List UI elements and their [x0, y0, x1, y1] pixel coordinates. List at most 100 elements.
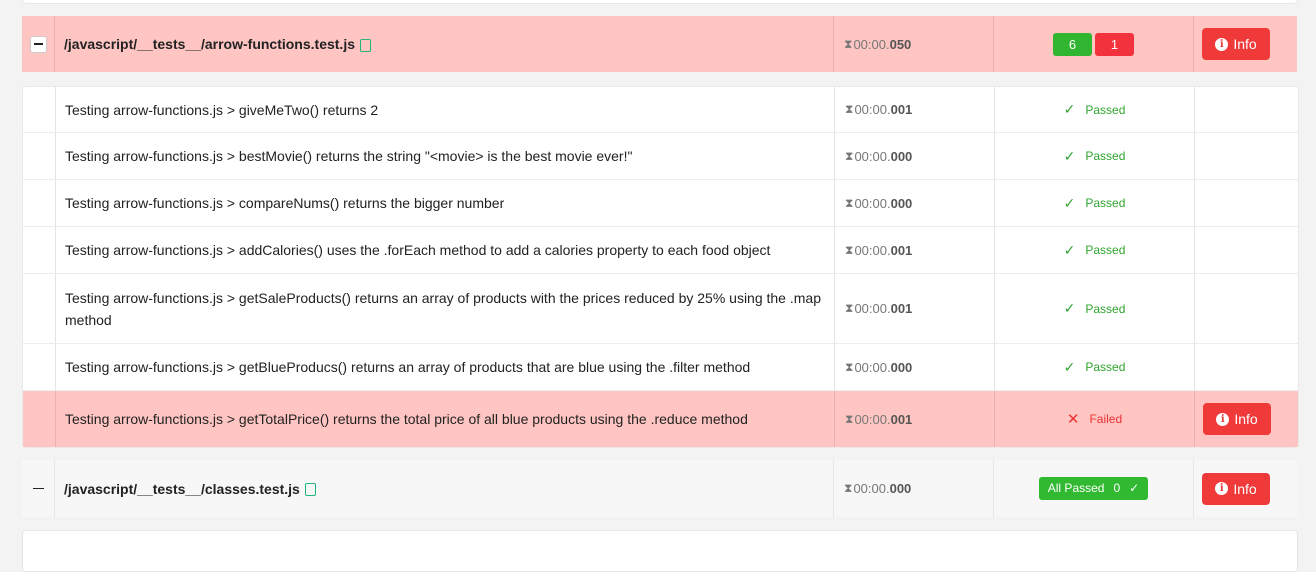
hourglass-icon: ⧗ [845, 301, 854, 315]
check-icon: ✓ [1063, 101, 1076, 117]
test-status: ✓ Passed [995, 344, 1195, 390]
file-actions: i Info [1194, 460, 1297, 517]
test-status: ✓ Passed [995, 133, 1195, 179]
duration-prefix: 00:00. [853, 36, 890, 52]
hourglass-icon: ⧗ [844, 36, 853, 51]
test-status: ✓ Passed [995, 180, 1195, 226]
test-status: ✕ Failed [995, 391, 1195, 447]
copy-icon[interactable] [360, 38, 371, 52]
info-button[interactable]: i Info [1202, 28, 1270, 60]
test-name: Testing arrow-functions.js > getBlueProd… [56, 344, 835, 390]
duration-ms: 001 [890, 411, 913, 427]
check-icon: ✓ [1063, 358, 1076, 375]
test-name: Testing arrow-functions.js > compareNums… [56, 180, 835, 226]
status-label: Passed [1085, 196, 1126, 210]
minus-icon [33, 43, 43, 45]
test-actions [1195, 344, 1298, 390]
info-label: Info [1233, 36, 1257, 52]
test-row-failed: Testing arrow-functions.js > getTotalPri… [23, 391, 1298, 447]
test-status: ✓ Passed [995, 227, 1195, 273]
info-label: Info [1234, 411, 1258, 427]
info-button[interactable]: i Info [1203, 403, 1271, 435]
check-icon: ✓ [1129, 481, 1140, 495]
all-passed-badge: All Passed 0 ✓ [1038, 477, 1149, 500]
hourglass-icon: ⧗ [845, 411, 854, 426]
file-row-arrow-functions: /javascript/__tests__/arrow-functions.te… [22, 16, 1297, 72]
test-duration: ⧗ 00:00. 000 [835, 133, 995, 179]
test-name: Testing arrow-functions.js > bestMovie()… [56, 133, 835, 179]
test-row: Testing arrow-functions.js > bestMovie()… [23, 133, 1298, 180]
cross-icon: ✕ [1066, 411, 1080, 428]
duration-ms: 000 [890, 195, 913, 211]
hourglass-icon: ⧗ [845, 242, 854, 257]
test-spacer [23, 180, 56, 226]
info-button[interactable]: i Info [1202, 472, 1270, 505]
test-actions [1195, 274, 1298, 343]
duration-prefix: 00:00. [854, 195, 891, 211]
info-icon: i [1215, 37, 1229, 51]
duration-ms: 000 [890, 359, 913, 375]
file-duration: ⧗ 00:00. 000 [834, 460, 994, 517]
test-actions [1195, 133, 1298, 179]
hourglass-icon: ⧗ [845, 195, 854, 210]
info-label: Info [1233, 480, 1257, 497]
duration-prefix: 00:00. [854, 148, 891, 164]
file-status: 6 1 [994, 16, 1194, 72]
hourglass-icon: ⧗ [845, 102, 854, 116]
check-icon: ✓ [1063, 194, 1076, 211]
copy-icon[interactable] [304, 483, 316, 496]
status-label: Passed [1085, 149, 1126, 163]
test-name: Testing arrow-functions.js > addCalories… [56, 227, 835, 273]
test-name: Testing arrow-functions.js > giveMeTwo()… [56, 87, 835, 132]
test-spacer [23, 87, 56, 132]
passed-count-badge: 6 [1053, 32, 1092, 56]
collapse-button[interactable] [29, 35, 47, 53]
check-icon: ✓ [1063, 300, 1076, 316]
next-panel-edge [22, 530, 1298, 572]
info-icon: i [1215, 482, 1229, 495]
test-duration: ⧗ 00:00. 000 [835, 344, 995, 390]
duration-prefix: 00:00. [854, 242, 891, 258]
file-status: All Passed 0 ✓ [994, 460, 1194, 517]
duration-prefix: 00:00. [854, 102, 891, 117]
collapse-toggle[interactable] [32, 487, 44, 490]
duration-prefix: 00:00. [854, 359, 891, 375]
test-spacer [23, 133, 56, 179]
test-actions: i Info [1195, 391, 1298, 447]
duration-ms: 001 [890, 102, 913, 117]
duration-ms: 001 [890, 242, 913, 258]
file-path: /javascript/__tests__/classes.test.js [64, 480, 300, 497]
test-status: ✓ Passed [995, 87, 1195, 132]
duration-ms: 000 [890, 148, 913, 164]
duration-ms: 001 [890, 301, 913, 316]
duration-prefix: 00:00. [854, 411, 891, 427]
test-duration: ⧗ 00:00. 001 [835, 391, 995, 447]
test-duration: ⧗ 00:00. 001 [835, 227, 995, 273]
all-passed-label: All Passed [1047, 481, 1105, 495]
test-spacer [23, 344, 56, 390]
status-label: Failed [1089, 412, 1123, 426]
test-status: ✓ Passed [995, 274, 1195, 343]
status-label: Passed [1085, 360, 1126, 374]
test-row: Testing arrow-functions.js > compareNums… [23, 180, 1298, 227]
hourglass-icon: ⧗ [845, 148, 854, 163]
test-duration: ⧗ 00:00. 001 [835, 87, 995, 132]
test-spacer [23, 274, 56, 343]
test-duration: ⧗ 00:00. 001 [835, 274, 995, 343]
test-row: Testing arrow-functions.js > giveMeTwo()… [23, 87, 1298, 133]
check-icon: ✓ [1063, 241, 1076, 258]
test-duration: ⧗ 00:00. 000 [835, 180, 995, 226]
file-collapse-cell [22, 460, 55, 517]
failed-count-badge: 1 [1095, 32, 1134, 56]
test-name: Testing arrow-functions.js > getTotalPri… [56, 391, 835, 447]
info-icon: i [1216, 412, 1230, 426]
hourglass-icon: ⧗ [845, 359, 854, 374]
test-row: Testing arrow-functions.js > getSaleProd… [23, 274, 1298, 344]
duration-prefix: 00:00. [853, 481, 890, 496]
file-path-cell: /javascript/__tests__/arrow-functions.te… [55, 16, 834, 72]
duration-ms: 050 [889, 36, 912, 52]
test-row: Testing arrow-functions.js > addCalories… [23, 227, 1298, 274]
test-list: Testing arrow-functions.js > giveMeTwo()… [22, 86, 1299, 448]
file-duration: ⧗ 00:00. 050 [834, 16, 994, 72]
all-passed-count: 0 [1113, 481, 1121, 495]
